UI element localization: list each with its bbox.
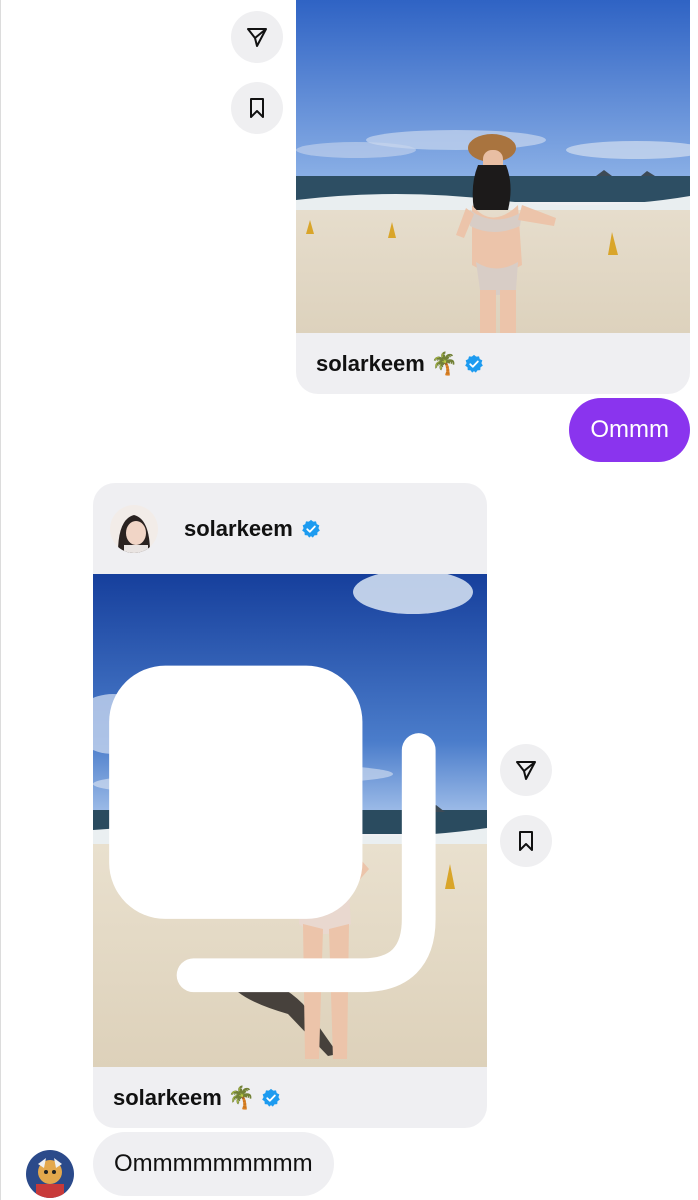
post-header-username[interactable]: solarkeem [184,516,293,542]
verified-badge-icon [262,1088,281,1107]
bookmark-icon [519,831,533,851]
shared-post-card-top[interactable]: solarkeem 🌴 [296,0,690,394]
bookmark-icon [250,98,264,118]
save-button-top[interactable] [231,82,283,134]
post-username[interactable]: solarkeem [316,351,425,377]
shared-post-card-bottom[interactable]: solarkeem solarkeem 🌴 [93,483,487,1128]
palm-tree-emoji: 🌴 [227,1084,256,1110]
share-button-top[interactable] [231,11,283,63]
post-footer[interactable]: solarkeem 🌴 [113,1067,281,1128]
received-message-bubble[interactable]: Ommmmmmmmm [93,1132,334,1196]
left-edge-divider [0,0,1,1200]
author-avatar[interactable] [110,504,158,553]
paper-plane-icon [247,28,267,47]
save-button-bottom[interactable] [500,815,552,867]
post-username[interactable]: solarkeem [113,1085,222,1111]
sent-message-bubble[interactable]: Ommm [569,398,690,462]
carousel-icon [109,665,436,993]
palm-tree-emoji: 🌴 [430,350,459,376]
verified-badge-icon [302,519,320,538]
post-photo-beach-back[interactable] [93,574,487,1067]
paper-plane-icon [516,761,536,780]
sender-avatar[interactable] [26,1150,74,1198]
post-header[interactable]: solarkeem [93,483,487,574]
post-footer[interactable]: solarkeem 🌴 [316,333,484,394]
share-button-bottom[interactable] [500,744,552,796]
verified-badge-icon [465,354,484,373]
post-photo-beach-front[interactable] [296,0,690,333]
